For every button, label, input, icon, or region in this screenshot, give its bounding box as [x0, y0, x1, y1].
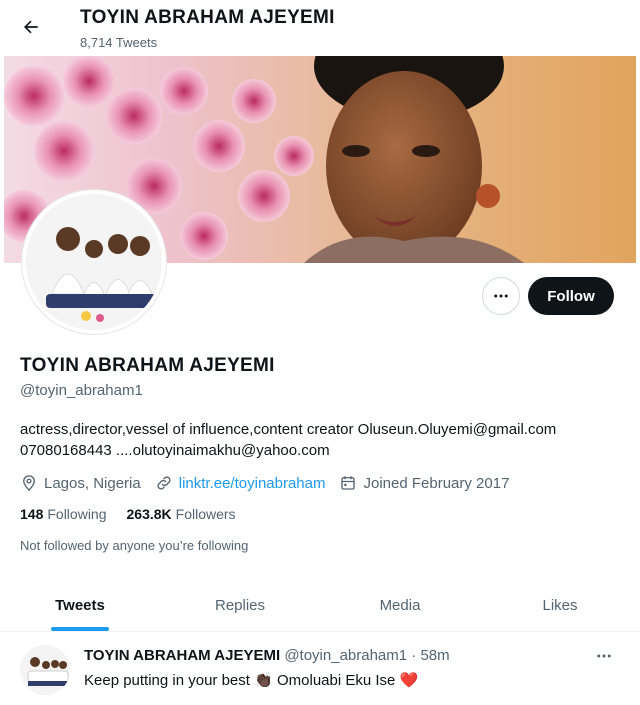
tweet-text: Keep putting in your best 👏🏿 Omoluabi Ek…	[84, 671, 418, 689]
tweet-count: 8,714 Tweets	[80, 35, 158, 50]
followers-count: 263.8K	[126, 506, 172, 522]
website-item: linktr.ee/toyinabraham	[155, 474, 326, 492]
tweet-text-part-1: Keep putting in your best	[84, 672, 255, 689]
followers-stat[interactable]: 263.8K Followers	[127, 506, 236, 522]
profile-meta: Lagos, Nigeria linktr.ee/toyinabraham Jo…	[20, 472, 523, 494]
header-title: TOYIN ABRAHAM AJEYEMI	[80, 7, 335, 28]
tweet-text-part-2: Omoluabi Eku Ise	[272, 672, 400, 689]
profile-handle: @toyin_abraham1	[20, 382, 143, 399]
more-dots-icon	[597, 654, 611, 658]
location-pin-icon	[23, 475, 35, 492]
clap-emoji: 👏🏿	[254, 672, 273, 689]
link-icon	[157, 476, 171, 490]
family-photo	[26, 194, 162, 330]
not-followed-note: Not followed by anyone you’re following	[20, 538, 249, 553]
tweet-author-meta: @toyin_abraham1 · 58m	[284, 647, 450, 664]
more-options-button[interactable]	[482, 277, 520, 315]
tweet-avatar[interactable]	[20, 645, 70, 695]
location-item: Lagos, Nigeria	[20, 474, 141, 492]
following-stat[interactable]: 148 Following	[20, 506, 107, 522]
tweet-item[interactable]: TOYIN ABRAHAM AJEYEMI @toyin_abraham1 · …	[0, 632, 640, 705]
profile-bio: actress,director,vessel of influence,con…	[20, 421, 557, 459]
heart-emoji: ❤️	[399, 672, 419, 689]
following-count: 148	[20, 506, 44, 522]
follow-button[interactable]: Follow	[528, 277, 614, 315]
tab-tweets[interactable]: Tweets	[0, 580, 160, 631]
calendar-icon	[341, 476, 356, 490]
followers-label: Followers	[175, 506, 236, 522]
tweet-header: TOYIN ABRAHAM AJEYEMI @toyin_abraham1 · …	[84, 647, 450, 664]
arrow-left-icon	[24, 20, 38, 34]
top-bar: TOYIN ABRAHAM AJEYEMI 8,714 Tweets	[0, 0, 640, 56]
tweet-more-button[interactable]	[592, 646, 616, 666]
tab-likes[interactable]: Likes	[480, 580, 640, 631]
joined-item: Joined February 2017	[339, 474, 509, 492]
location-text: Lagos, Nigeria	[44, 474, 141, 492]
tweet-author-name[interactable]: TOYIN ABRAHAM AJEYEMI	[84, 647, 280, 664]
follow-stats: 148 Following 263.8K Followers	[20, 506, 256, 522]
following-label: Following	[47, 506, 107, 522]
back-button[interactable]	[16, 12, 46, 42]
tab-replies[interactable]: Replies	[160, 580, 320, 631]
website-link[interactable]: linktr.ee/toyinabraham	[179, 475, 326, 492]
tweet-avatar-image	[20, 645, 70, 695]
joined-text: Joined February 2017	[363, 474, 510, 492]
more-dots-icon	[494, 294, 508, 298]
profile-tabs: Tweets Replies Media Likes	[0, 580, 640, 632]
profile-name: TOYIN ABRAHAM AJEYEMI	[20, 355, 275, 376]
tab-media[interactable]: Media	[320, 580, 480, 631]
profile-avatar[interactable]	[22, 190, 166, 334]
